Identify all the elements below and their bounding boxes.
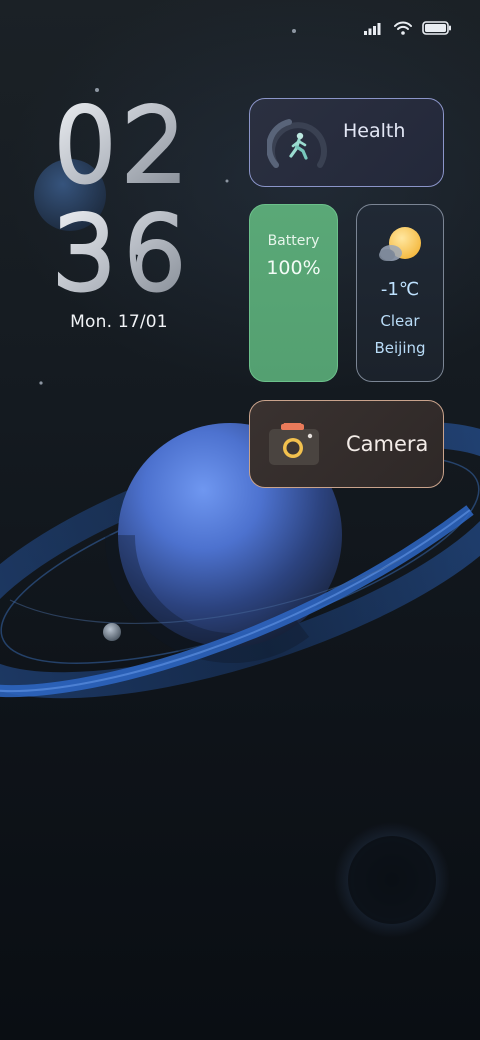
walking-figure-icon: [267, 119, 327, 168]
camera-widget[interactable]: Camera: [249, 400, 444, 488]
weather-city: Beijing: [374, 339, 426, 357]
battery-widget[interactable]: Battery 100%: [249, 204, 338, 382]
health-widget-label: Health: [343, 120, 406, 142]
camera-widget-label: Camera: [346, 432, 429, 456]
battery-full-icon: [422, 21, 451, 35]
health-widget[interactable]: Health: [249, 98, 444, 187]
weather-widget[interactable]: -1℃ Clear Beijing: [356, 204, 444, 382]
sun-behind-cloud-icon: [379, 227, 421, 261]
clock-digits: 02 36: [50, 96, 192, 300]
camera-icon: [269, 423, 319, 465]
wifi-icon: [394, 21, 412, 35]
battery-widget-value: 100%: [266, 257, 321, 279]
weather-condition: Clear: [380, 312, 420, 330]
signal-bars-icon: [364, 23, 381, 35]
weather-temperature: -1℃: [380, 279, 420, 300]
clock-minutes: 36: [53, 195, 192, 300]
battery-widget-title: Battery: [267, 233, 320, 249]
clock-date: Mon. 17/01: [70, 312, 168, 332]
lockscreen-clock: 02 36 Mon. 17/01: [48, 96, 198, 332]
clock-hours: 02: [53, 96, 192, 204]
status-bar: [364, 18, 452, 38]
